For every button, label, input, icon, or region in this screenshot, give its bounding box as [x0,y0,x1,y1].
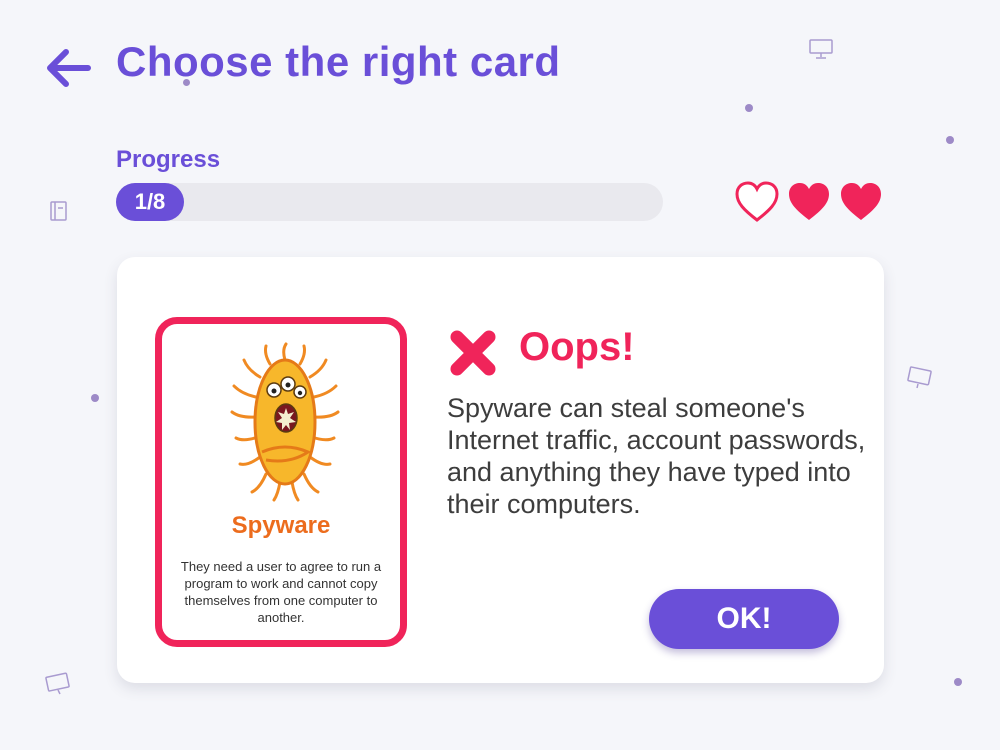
progress-fill: 1/8 [116,183,185,221]
card-title: Spyware [231,512,331,539]
heart-filled-icon [789,183,829,220]
answer-card: Spyware They need a user to agree to run… [155,317,407,647]
page-title: Choose the right card [116,38,561,85]
progress-count: 1/8 [134,189,166,214]
heart-filled-icon [841,183,881,220]
progress-bar: 1/8 [116,183,663,221]
lives-indicator [734,180,884,224]
monitor-icon [808,38,834,65]
feedback-message: Spyware can steal someone's Internet tra… [447,393,866,519]
feedback-panel: Spyware They need a user to agree to run… [117,257,884,683]
back-button[interactable] [40,40,96,96]
card-description: They need a user to agree to run a progr… [180,559,382,625]
feedback-heading: Oops! [519,325,635,369]
heart-outline-icon [735,181,779,222]
decor-dot [954,678,962,686]
arrow-left-icon [47,49,91,87]
monitor-icon [44,672,72,701]
x-icon [450,330,496,376]
book-icon [48,198,70,229]
monitor-icon [906,366,934,395]
ok-button[interactable]: OK! [649,589,839,649]
progress-label: Progress [116,146,221,173]
virus-icon [230,342,340,502]
decor-dot [946,136,954,144]
decor-dot [745,104,753,112]
decor-dot [91,394,99,402]
